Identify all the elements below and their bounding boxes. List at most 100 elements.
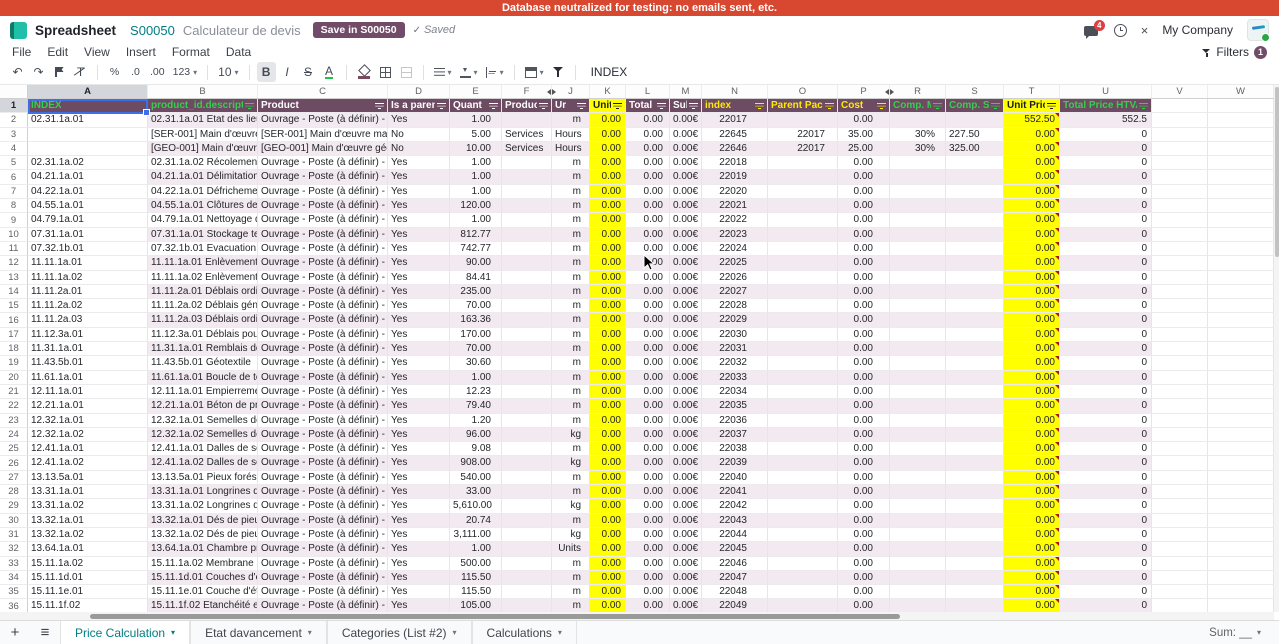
cell-M35[interactable]: 0.00€ xyxy=(670,585,702,599)
cell-C33[interactable]: Ouvrage - Poste (à définir) - m xyxy=(258,557,388,571)
cell-M20[interactable]: 0.00€ xyxy=(670,371,702,385)
row-header-25[interactable]: 25 xyxy=(0,442,28,456)
cell-T24[interactable]: 0.00 xyxy=(1004,428,1060,442)
cell-N29[interactable]: 22042 xyxy=(702,499,768,513)
cell-V16[interactable] xyxy=(1152,313,1208,327)
cell-K26[interactable]: 0.00 xyxy=(590,456,626,470)
cell-B1[interactable]: product_id.description xyxy=(148,99,258,113)
cell-U13[interactable]: 0 xyxy=(1060,271,1152,285)
cell-B17[interactable]: 11.12.3a.01 Déblais pour semel xyxy=(148,328,258,342)
cell-J33[interactable]: m xyxy=(552,557,590,571)
cell-D5[interactable]: Yes xyxy=(388,156,450,170)
cell-U34[interactable]: 0 xyxy=(1060,571,1152,585)
cell-S35[interactable] xyxy=(946,585,1004,599)
cell-F3[interactable]: Services xyxy=(502,128,552,142)
cell-E36[interactable]: 105.00 xyxy=(450,599,502,612)
cell-O3[interactable]: 22017 xyxy=(768,128,838,142)
cell-E21[interactable]: 12.23 xyxy=(450,385,502,399)
cell-U25[interactable]: 0 xyxy=(1060,442,1152,456)
cell-S33[interactable] xyxy=(946,557,1004,571)
row-header-11[interactable]: 11 xyxy=(0,242,28,256)
cell-R16[interactable] xyxy=(890,313,946,327)
cell-W31[interactable] xyxy=(1208,528,1274,542)
cell-N23[interactable]: 22036 xyxy=(702,414,768,428)
cell-E31[interactable]: 3,111.00 xyxy=(450,528,502,542)
cell-U6[interactable]: 0 xyxy=(1060,170,1152,184)
cell-W27[interactable] xyxy=(1208,471,1274,485)
cell-V24[interactable] xyxy=(1152,428,1208,442)
cell-R4[interactable]: 30% xyxy=(890,142,946,156)
cell-D27[interactable]: Yes xyxy=(388,471,450,485)
cell-B6[interactable]: 04.21.1a.01 Délimitations de la xyxy=(148,170,258,184)
cell-F30[interactable] xyxy=(502,514,552,528)
cell-D14[interactable]: Yes xyxy=(388,285,450,299)
cell-P34[interactable]: 0.00 xyxy=(838,571,890,585)
close-icon[interactable]: × xyxy=(1141,24,1149,37)
cell-C2[interactable]: Ouvrage - Poste (à définir) - fft xyxy=(258,113,388,127)
cell-U5[interactable]: 0 xyxy=(1060,156,1152,170)
cell-E11[interactable]: 742.77 xyxy=(450,242,502,256)
cell-M31[interactable]: 0.00€ xyxy=(670,528,702,542)
cell-K14[interactable]: 0.00 xyxy=(590,285,626,299)
cell-E28[interactable]: 33.00 xyxy=(450,485,502,499)
cell-E4[interactable]: 10.00 xyxy=(450,142,502,156)
column-header-N[interactable]: N xyxy=(702,85,768,98)
cell-E30[interactable]: 20.74 xyxy=(450,514,502,528)
cell-R35[interactable] xyxy=(890,585,946,599)
cell-J3[interactable]: Hours xyxy=(552,128,590,142)
cell-E25[interactable]: 9.08 xyxy=(450,442,502,456)
cell-L29[interactable]: 0.00 xyxy=(626,499,670,513)
row-header-23[interactable]: 23 xyxy=(0,414,28,428)
text-color-button[interactable]: A xyxy=(325,65,333,79)
cell-S18[interactable] xyxy=(946,342,1004,356)
cell-D26[interactable]: Yes xyxy=(388,456,450,470)
cell-B13[interactable]: 11.11.1a.02 Enlèvement de tem xyxy=(148,271,258,285)
cell-U10[interactable]: 0 xyxy=(1060,228,1152,242)
cell-D2[interactable]: Yes xyxy=(388,113,450,127)
cell-C26[interactable]: Ouvrage - Poste (à définir) - kg xyxy=(258,456,388,470)
cell-U29[interactable]: 0 xyxy=(1060,499,1152,513)
cell-R14[interactable] xyxy=(890,285,946,299)
cell-C24[interactable]: Ouvrage - Poste (à définir) - kg xyxy=(258,428,388,442)
cell-N4[interactable]: 22646 xyxy=(702,142,768,156)
cell-D16[interactable]: Yes xyxy=(388,313,450,327)
cell-L3[interactable]: 0.00 xyxy=(626,128,670,142)
cell-E22[interactable]: 79.40 xyxy=(450,399,502,413)
cell-J21[interactable]: m xyxy=(552,385,590,399)
cell-N33[interactable]: 22046 xyxy=(702,557,768,571)
cell-M15[interactable]: 0.00€ xyxy=(670,299,702,313)
cell-K25[interactable]: 0.00 xyxy=(590,442,626,456)
cell-R33[interactable] xyxy=(890,557,946,571)
cell-F34[interactable] xyxy=(502,571,552,585)
cell-P6[interactable]: 0.00 xyxy=(838,170,890,184)
merge-cells-button[interactable] xyxy=(397,62,416,82)
cell-C31[interactable]: Ouvrage - Poste (à définir) - kg xyxy=(258,528,388,542)
cell-F5[interactable] xyxy=(502,156,552,170)
cell-N26[interactable]: 22039 xyxy=(702,456,768,470)
cell-D29[interactable]: Yes xyxy=(388,499,450,513)
document-title[interactable]: Calculateur de devis xyxy=(183,23,301,38)
cell-A13[interactable]: 11.11.1a.02 xyxy=(28,271,148,285)
cell-V1[interactable] xyxy=(1152,99,1208,113)
cell-J31[interactable]: kg xyxy=(552,528,590,542)
cell-B10[interactable]: 07.31.1a.01 Stockage temporai xyxy=(148,228,258,242)
cell-F29[interactable] xyxy=(502,499,552,513)
cell-O25[interactable] xyxy=(768,442,838,456)
cell-R31[interactable] xyxy=(890,528,946,542)
cell-J24[interactable]: kg xyxy=(552,428,590,442)
italic-button[interactable]: I xyxy=(278,62,297,82)
cell-R9[interactable] xyxy=(890,213,946,227)
cell-J34[interactable]: m xyxy=(552,571,590,585)
cell-P24[interactable]: 0.00 xyxy=(838,428,890,442)
cell-D12[interactable]: Yes xyxy=(388,256,450,270)
cell-O18[interactable] xyxy=(768,342,838,356)
cell-L12[interactable]: 0.00 xyxy=(626,256,670,270)
cell-O16[interactable] xyxy=(768,313,838,327)
cell-A14[interactable]: 11.11.2a.01 xyxy=(28,285,148,299)
cell-B18[interactable]: 11.31.1a.01 Remblais de terres xyxy=(148,342,258,356)
cell-C7[interactable]: Ouvrage - Poste (à définir) - fft xyxy=(258,185,388,199)
cell-S24[interactable] xyxy=(946,428,1004,442)
cell-C12[interactable]: Ouvrage - Poste (à définir) - m xyxy=(258,256,388,270)
cell-W8[interactable] xyxy=(1208,199,1274,213)
cell-K23[interactable]: 0.00 xyxy=(590,414,626,428)
